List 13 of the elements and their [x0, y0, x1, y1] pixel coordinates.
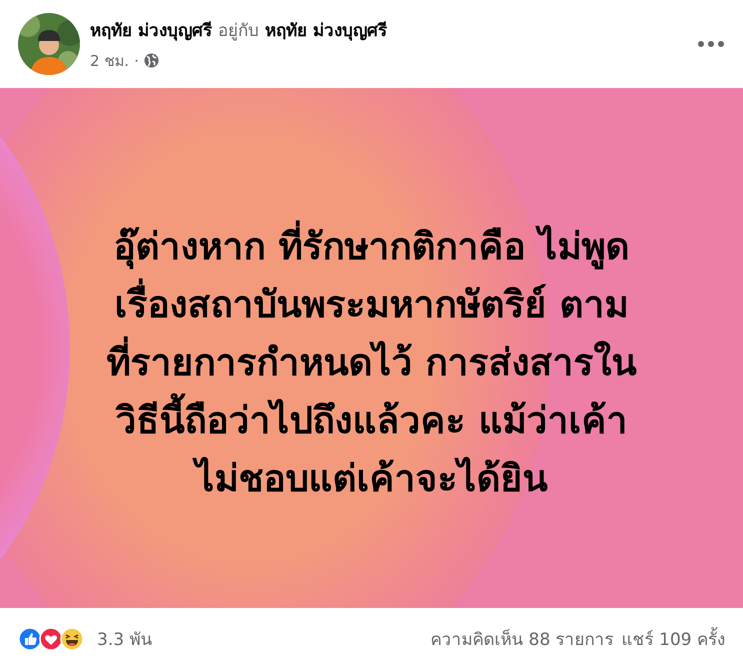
- author-name[interactable]: หฤทัย ม่วงบุญศรี: [90, 16, 212, 42]
- separator: ·: [134, 52, 139, 70]
- more-options-icon[interactable]: [697, 40, 725, 48]
- post-text: อุ๊ต่างหาก ที่รักษากติกาคือ ไม่พูด เรื่องสถาบันพระมหากษัตริย์ ตาม ที่รายการกำหนดไว้ การส่งสารใน วิธีนี้ถือว่าไปถึงแล้วคะ แม้ว่าเค้า ไม่ชอบแต่เค้าจะได้ยิน: [106, 218, 636, 508]
- like-icon: [18, 626, 42, 650]
- with-label: อยู่กับ: [218, 20, 259, 42]
- laughing-face-icon: [60, 626, 84, 650]
- globe-icon[interactable]: [144, 53, 159, 68]
- shares-link[interactable]: แชร์ 109 ครั้ง: [622, 625, 725, 652]
- reaction-count[interactable]: 3.3 พัน: [97, 625, 422, 652]
- comments-link[interactable]: ความคิดเห็น 88 รายการ: [430, 625, 614, 652]
- post-time[interactable]: 2 ชม.: [90, 48, 130, 72]
- tagged-name[interactable]: หฤทัย ม่วงบุญศรี: [264, 16, 387, 42]
